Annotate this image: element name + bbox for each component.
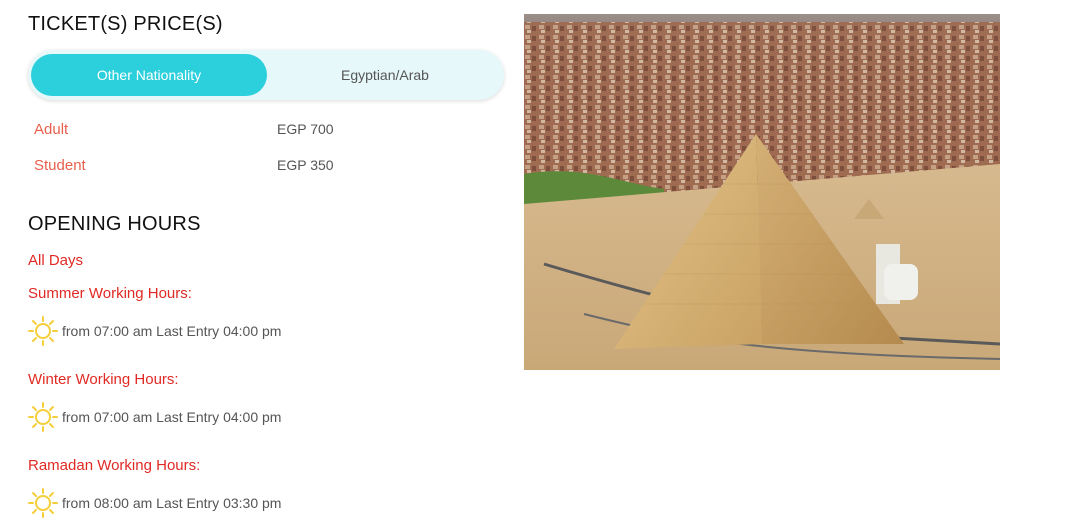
all-days-label: All Days — [28, 252, 84, 269]
summer-hours-title: Summer Working Hours: — [28, 285, 192, 302]
price-row-adult: Adult EGP 700 — [34, 121, 494, 145]
winter-hours-row: from 07:00 am Last Entry 04:00 pm — [28, 401, 281, 433]
summer-hours-row: from 07:00 am Last Entry 04:00 pm — [28, 315, 281, 347]
price-value: EGP 700 — [277, 121, 334, 137]
ramadan-hours-title: Ramadan Working Hours: — [28, 457, 201, 474]
price-row-student: Student EGP 350 — [34, 157, 494, 181]
hours-text: from 07:00 am Last Entry 04:00 pm — [62, 323, 282, 339]
winter-hours-title: Winter Working Hours: — [28, 371, 179, 388]
price-label: Student — [34, 157, 86, 174]
price-value: EGP 350 — [277, 157, 334, 173]
nationality-toggle: Other Nationality Egyptian/Arab — [28, 50, 504, 100]
tab-other-nationality[interactable]: Other Nationality — [31, 54, 267, 96]
tickets-heading: TICKET(S) PRICE(S) — [28, 13, 223, 35]
sun-icon — [28, 402, 58, 432]
hours-text: from 08:00 am Last Entry 03:30 pm — [62, 495, 282, 511]
ramadan-hours-row: from 08:00 am Last Entry 03:30 pm — [28, 487, 281, 519]
sun-icon — [28, 488, 58, 518]
tab-egyptian-arab[interactable]: Egyptian/Arab — [268, 54, 502, 96]
hours-text: from 07:00 am Last Entry 04:00 pm — [62, 409, 282, 425]
pyramid-photo — [524, 14, 1000, 370]
price-label: Adult — [34, 121, 69, 138]
sun-icon — [28, 316, 58, 346]
pyramid-image — [524, 14, 1000, 370]
opening-hours-heading: OPENING HOURS — [28, 213, 201, 235]
